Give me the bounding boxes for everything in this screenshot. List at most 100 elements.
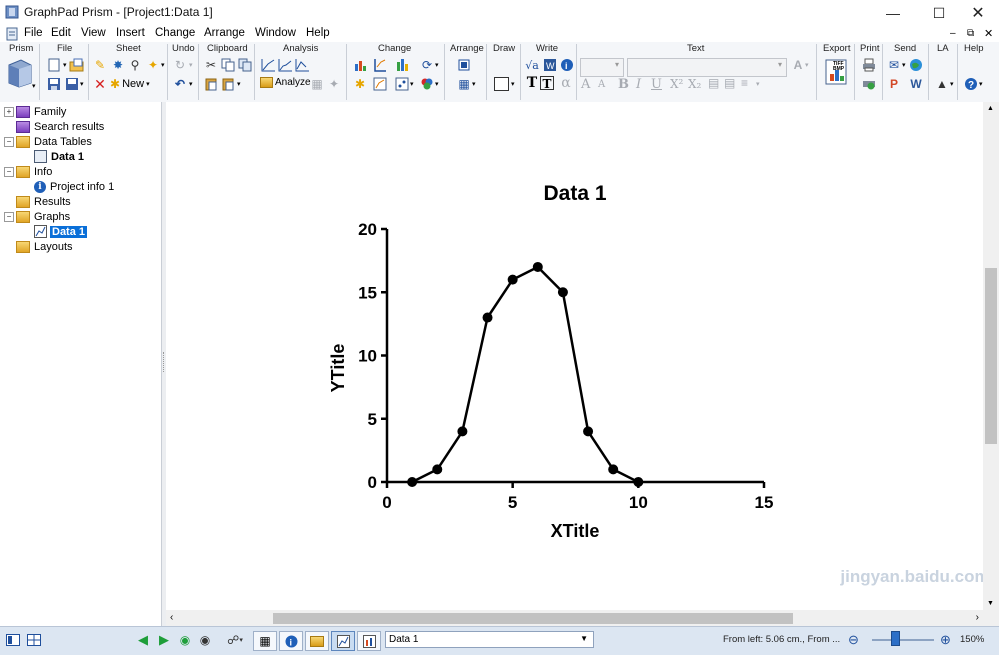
- zoom-out-icon[interactable]: ⊖: [848, 632, 859, 648]
- paste-special-icon[interactable]: [220, 76, 236, 92]
- expand-toggle-icon[interactable]: +: [4, 106, 14, 117]
- collapse-toggle-icon[interactable]: −: [4, 136, 14, 147]
- paste-dropdown-icon[interactable]: ▾: [237, 80, 241, 88]
- change-graph-type-icon[interactable]: [352, 57, 368, 73]
- prism-app-icon[interactable]: [5, 5, 19, 19]
- collapse-toggle-icon[interactable]: −: [4, 211, 14, 222]
- analysis-fit-icon[interactable]: [277, 57, 293, 73]
- data-point[interactable]: [457, 426, 468, 437]
- info-constant-icon[interactable]: i: [559, 57, 575, 73]
- mdi-close-button[interactable]: ✕: [984, 27, 993, 40]
- change-magic-icon[interactable]: ✱: [352, 76, 368, 92]
- zoom-slider-thumb[interactable]: [891, 631, 900, 646]
- scroll-up-icon[interactable]: ▲: [987, 105, 994, 112]
- data-point[interactable]: [432, 464, 443, 475]
- open-file-icon[interactable]: [69, 57, 85, 73]
- send-email-icon[interactable]: ✉: [886, 57, 902, 73]
- save-icon[interactable]: [46, 76, 62, 92]
- help-icon[interactable]: ?: [963, 76, 979, 92]
- sheet-select[interactable]: Data 1 ▼: [385, 631, 594, 648]
- data-point[interactable]: [583, 426, 594, 437]
- nav-item-graphs[interactable]: − Graphs: [4, 209, 70, 224]
- zoom-slider-track[interactable]: [872, 639, 934, 641]
- delete-sheet-icon[interactable]: ✕: [92, 76, 108, 92]
- prism-welcome-button[interactable]: ▾: [6, 57, 36, 90]
- rotate-icon[interactable]: ⟳: [419, 57, 435, 73]
- graph-canvas[interactable]: Data 1 0 5 10 15 0 5 10 15 20 XTitle YTitle jing…: [166, 102, 990, 610]
- horizontal-scroll-thumb[interactable]: [273, 613, 793, 624]
- send-email-dropdown-icon[interactable]: ▾: [902, 61, 906, 69]
- nav-item-search-results[interactable]: Search results: [16, 119, 104, 134]
- key-icon[interactable]: ⚲: [127, 57, 143, 73]
- text-tool-icon[interactable]: T: [524, 75, 540, 91]
- scroll-left-icon[interactable]: ‹: [170, 612, 173, 623]
- menu-insert[interactable]: Insert: [116, 27, 145, 39]
- color-scheme-icon[interactable]: [419, 76, 435, 92]
- arrange-order-icon[interactable]: ▦: [456, 76, 472, 92]
- analyze-button[interactable]: Analyze: [260, 77, 311, 88]
- help-dropdown-icon[interactable]: ▾: [979, 80, 983, 88]
- magic-wand-icon[interactable]: ✦: [145, 57, 161, 73]
- y-axis-title[interactable]: YTitle: [328, 344, 348, 393]
- nav-item-data-1-graph[interactable]: Data 1: [34, 224, 88, 239]
- gear-icon[interactable]: ✸: [110, 57, 126, 73]
- find-binoculars-icon[interactable]: ◉: [197, 631, 213, 649]
- new-file-icon[interactable]: [46, 57, 62, 73]
- nav-item-family[interactable]: + Family: [4, 104, 66, 119]
- menu-edit[interactable]: Edit: [51, 27, 71, 39]
- menu-window[interactable]: Window: [255, 27, 296, 39]
- nav-item-info[interactable]: − Info: [4, 164, 52, 179]
- graph-view-icon[interactable]: [331, 631, 355, 651]
- save-dropdown-icon[interactable]: ▾: [80, 80, 84, 88]
- data-table-view-icon[interactable]: ▦: [253, 631, 277, 651]
- copy-icon[interactable]: [220, 57, 236, 73]
- format-axes-icon[interactable]: [372, 57, 388, 73]
- chart-title[interactable]: Data 1: [543, 182, 606, 205]
- data-point[interactable]: [532, 261, 543, 272]
- close-button[interactable]: ✕: [955, 0, 999, 26]
- draw-shape-icon[interactable]: [494, 77, 509, 91]
- data-point[interactable]: [633, 477, 644, 487]
- magic-wand-dropdown-icon[interactable]: ▾: [161, 61, 165, 69]
- change-bars-icon[interactable]: [394, 57, 410, 73]
- scroll-down-icon[interactable]: ▼: [987, 600, 994, 607]
- analysis-bar-icon[interactable]: [294, 57, 310, 73]
- arrange-order-dropdown-icon[interactable]: ▾: [472, 80, 476, 88]
- new-file-dropdown-icon[interactable]: ▾: [63, 61, 67, 69]
- new-sheet-button[interactable]: ✱ New ▾: [110, 77, 150, 91]
- color-scheme-dropdown-icon[interactable]: ▾: [435, 80, 439, 88]
- undo-icon[interactable]: ↶: [172, 76, 188, 92]
- word-object-icon[interactable]: W: [542, 57, 558, 73]
- word-send-icon[interactable]: W: [908, 76, 924, 92]
- pencil-icon[interactable]: ✎: [92, 57, 108, 73]
- arrange-align-icon[interactable]: [456, 57, 472, 73]
- text-box-icon[interactable]: T: [540, 76, 554, 91]
- save-as-icon[interactable]: [64, 76, 80, 92]
- document-icon[interactable]: [5, 27, 19, 41]
- cut-icon[interactable]: ✂: [203, 57, 219, 73]
- next-sheet-icon[interactable]: ▶: [156, 631, 172, 649]
- data-point[interactable]: [407, 477, 418, 487]
- menu-help[interactable]: Help: [306, 27, 330, 39]
- scatter-dropdown-icon[interactable]: ▾: [410, 80, 414, 88]
- copy-special-icon[interactable]: [237, 57, 253, 73]
- nav-item-data-1-table[interactable]: Data 1: [34, 149, 84, 164]
- undo-dropdown-icon[interactable]: ▾: [189, 80, 193, 88]
- x-axis-title[interactable]: XTitle: [551, 521, 600, 541]
- info-view-icon[interactable]: i: [279, 631, 303, 651]
- redo-dropdown-icon[interactable]: ▾: [189, 61, 193, 69]
- redo-icon[interactable]: ↻: [172, 57, 188, 73]
- nav-item-layouts[interactable]: Layouts: [16, 239, 73, 254]
- scatter-format-icon[interactable]: [394, 76, 410, 92]
- la-dropdown-icon[interactable]: ▾: [950, 80, 954, 88]
- mdi-minimize-button[interactable]: –: [950, 28, 956, 39]
- print-icon[interactable]: [861, 57, 877, 73]
- format-graph-icon[interactable]: [372, 76, 388, 92]
- menu-view[interactable]: View: [81, 27, 106, 39]
- rotate-dropdown-icon[interactable]: ▾: [435, 61, 439, 69]
- nav-item-data-tables[interactable]: − Data Tables: [4, 134, 92, 149]
- menu-file[interactable]: File: [24, 27, 43, 39]
- paste-icon[interactable]: [203, 76, 219, 92]
- mdi-restore-button[interactable]: ⧉: [967, 28, 974, 39]
- menu-arrange[interactable]: Arrange: [204, 27, 245, 39]
